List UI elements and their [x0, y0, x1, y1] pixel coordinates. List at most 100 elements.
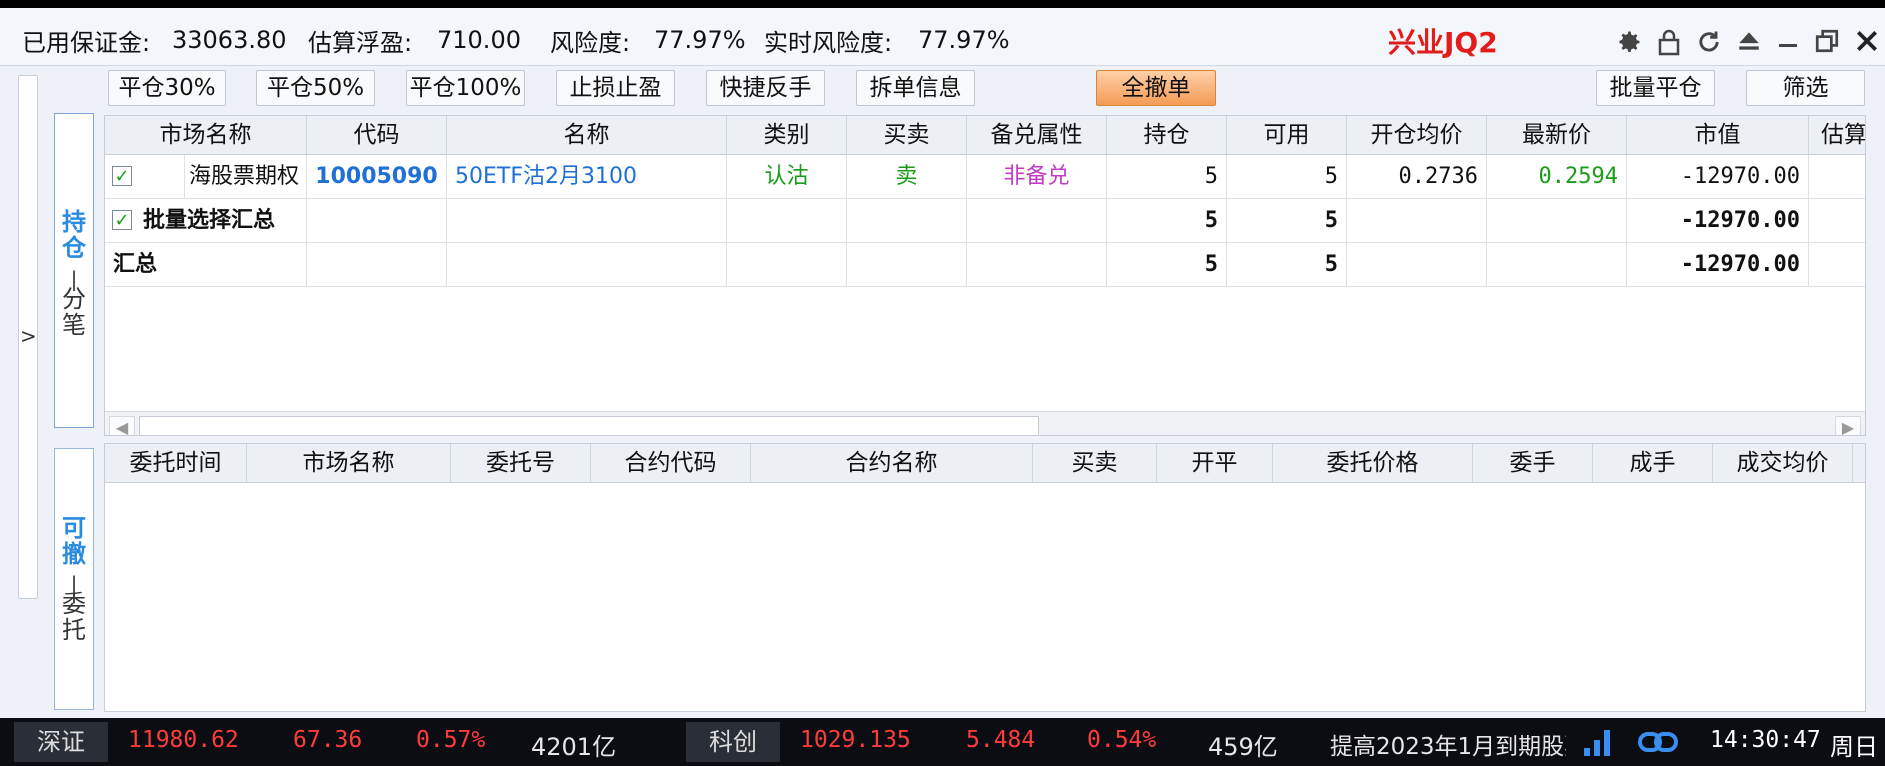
- col-covered[interactable]: 备兑属性: [967, 116, 1107, 154]
- col-name[interactable]: 名称: [447, 116, 727, 154]
- refresh-icon[interactable]: [1694, 28, 1724, 58]
- cell-total-position: 5: [1107, 243, 1227, 286]
- cell-empty: [1809, 243, 1865, 286]
- margin-value: 33063.80: [172, 26, 287, 54]
- tab-positions-detail[interactable]: 持仓 | 分笔: [54, 113, 94, 428]
- cell-empty: [727, 199, 847, 242]
- tab-orders[interactable]: 可撤 | 委托: [54, 448, 94, 710]
- close-50-button[interactable]: 平仓50%: [256, 70, 375, 106]
- cell-side: 卖: [847, 155, 967, 198]
- account-info-bar: 已用保证金: 33063.80 估算浮盈: 710.00 风险度: 77.97%…: [0, 8, 1885, 66]
- eject-icon[interactable]: [1734, 28, 1764, 58]
- col-category[interactable]: 类别: [727, 116, 847, 154]
- kc-turnover: 459亿: [1208, 733, 1278, 761]
- col-filled-qty[interactable]: 成手: [1593, 444, 1713, 482]
- tab-orders-label: 委托: [62, 590, 86, 644]
- col-contract-name[interactable]: 合约名称: [751, 444, 1033, 482]
- cell-covered: 非备兑: [967, 155, 1107, 198]
- kc-change: 5.484: [966, 727, 1036, 753]
- row-checkbox[interactable]: ✓: [112, 166, 132, 187]
- kc-label[interactable]: 科创: [686, 722, 780, 762]
- link-icon[interactable]: [1638, 728, 1678, 760]
- cell-total-label: 汇总: [105, 243, 307, 286]
- sz-label[interactable]: 深证: [14, 722, 108, 762]
- gear-icon[interactable]: [1614, 28, 1644, 58]
- col-available[interactable]: 可用: [1227, 116, 1347, 154]
- positions-header: 市场名称 代码 名称 类别 买卖 备兑属性 持仓 可用 开仓均价 最新价 市值 …: [105, 116, 1865, 155]
- side-expand-tab[interactable]: >: [18, 75, 38, 599]
- cell-summary-position: 5: [1107, 199, 1227, 242]
- cell-empty: [1347, 243, 1487, 286]
- col-side[interactable]: 买卖: [847, 116, 967, 154]
- table-row[interactable]: ✓ 海股票期权 10005090 50ETF沽2月3100 认沽 卖 非备兑 5…: [105, 155, 1865, 199]
- cell-total-available: 5: [1227, 243, 1347, 286]
- quick-reverse-button[interactable]: 快捷反手: [706, 70, 825, 106]
- realtime-risk-value: 77.97%: [918, 26, 1010, 54]
- col-order-time[interactable]: 委托时间: [105, 444, 247, 482]
- cell-total-market-value: -12970.00: [1627, 243, 1809, 286]
- batch-close-button[interactable]: 批量平仓: [1596, 70, 1715, 106]
- cell-available: 5: [1227, 155, 1347, 198]
- col-order-side[interactable]: 买卖: [1033, 444, 1157, 482]
- filter-button[interactable]: 筛选: [1746, 70, 1865, 106]
- col-contract-code[interactable]: 合约代码: [591, 444, 751, 482]
- col-market[interactable]: 市场名称: [105, 116, 307, 154]
- cell-empty: [447, 199, 727, 242]
- realtime-risk-label: 实时风险度:: [764, 29, 893, 57]
- col-order-qty[interactable]: 委手: [1473, 444, 1593, 482]
- cancel-all-button[interactable]: 全撤单: [1096, 70, 1216, 106]
- market-status-bar: 深证 11980.62 67.36 0.57% 4201亿 科创 1029.13…: [0, 718, 1885, 766]
- summary-checkbox[interactable]: ✓: [112, 210, 132, 231]
- col-order-price[interactable]: 委托价格: [1273, 444, 1473, 482]
- scrollbar-thumb[interactable]: [139, 416, 1039, 435]
- cell-open-avg: 0.2736: [1347, 155, 1487, 198]
- col-open-close[interactable]: 开平: [1157, 444, 1273, 482]
- col-position[interactable]: 持仓: [1107, 116, 1227, 154]
- table-row-selected-summary[interactable]: 批量选择汇总 ✓ 5 5 -12970.00: [105, 199, 1865, 243]
- close-30-button[interactable]: 平仓30%: [108, 70, 226, 106]
- margin-label: 已用保证金:: [22, 29, 151, 57]
- col-estimate[interactable]: 估算: [1809, 116, 1865, 154]
- clock-time: 14:30:47: [1710, 727, 1821, 753]
- close-100-button[interactable]: 平仓100%: [406, 70, 525, 106]
- sz-pct: 0.57%: [416, 727, 486, 753]
- split-info-button[interactable]: 拆单信息: [856, 70, 975, 106]
- cell-code: 10005090: [307, 155, 447, 198]
- cell-empty: [847, 243, 967, 286]
- lock-icon[interactable]: [1654, 28, 1684, 58]
- stop-loss-profit-button[interactable]: 止损止盈: [556, 70, 675, 106]
- col-market-value[interactable]: 市值: [1627, 116, 1809, 154]
- cell-market-value: -12970.00: [1627, 155, 1809, 198]
- news-ticker[interactable]: 提高2023年1月到期股票: [1330, 727, 1566, 761]
- col-open-avg[interactable]: 开仓均价: [1347, 116, 1487, 154]
- horizontal-scrollbar[interactable]: ◀ ▶: [105, 411, 1865, 435]
- floating-value: 710.00: [437, 26, 521, 54]
- weekday: 周日: [1830, 733, 1878, 761]
- col-filled-avg[interactable]: 成交均价: [1713, 444, 1853, 482]
- cell-empty: [307, 199, 447, 242]
- floating-label: 估算浮盈:: [308, 29, 413, 57]
- kc-pct: 0.54%: [1087, 727, 1157, 753]
- col-code[interactable]: 代码: [307, 116, 447, 154]
- cell-empty: [967, 199, 1107, 242]
- cell-empty: [1809, 199, 1865, 242]
- cell-summary-available: 5: [1227, 199, 1347, 242]
- tab-cancelable-label: 可撤: [62, 514, 86, 568]
- col-order-market[interactable]: 市场名称: [247, 444, 451, 482]
- cell-empty: [1487, 199, 1627, 242]
- close-icon[interactable]: [1852, 28, 1882, 58]
- table-row-total[interactable]: 汇总 5 5 -12970.00: [105, 243, 1865, 287]
- expand-icon: >: [20, 324, 37, 348]
- scroll-right-icon[interactable]: ▶: [1835, 416, 1861, 435]
- minimize-icon[interactable]: [1773, 28, 1803, 58]
- kc-index: 1029.135: [800, 727, 911, 753]
- col-last-price[interactable]: 最新价: [1487, 116, 1627, 154]
- col-order-id[interactable]: 委托号: [451, 444, 591, 482]
- sz-index: 11980.62: [128, 727, 239, 753]
- cell-empty: [1347, 199, 1487, 242]
- restore-icon[interactable]: [1812, 28, 1842, 58]
- cell-position: 5: [1107, 155, 1227, 198]
- scroll-left-icon[interactable]: ◀: [109, 416, 135, 435]
- risk-value: 77.97%: [654, 26, 746, 54]
- tab-positions-label: 持仓: [62, 208, 86, 262]
